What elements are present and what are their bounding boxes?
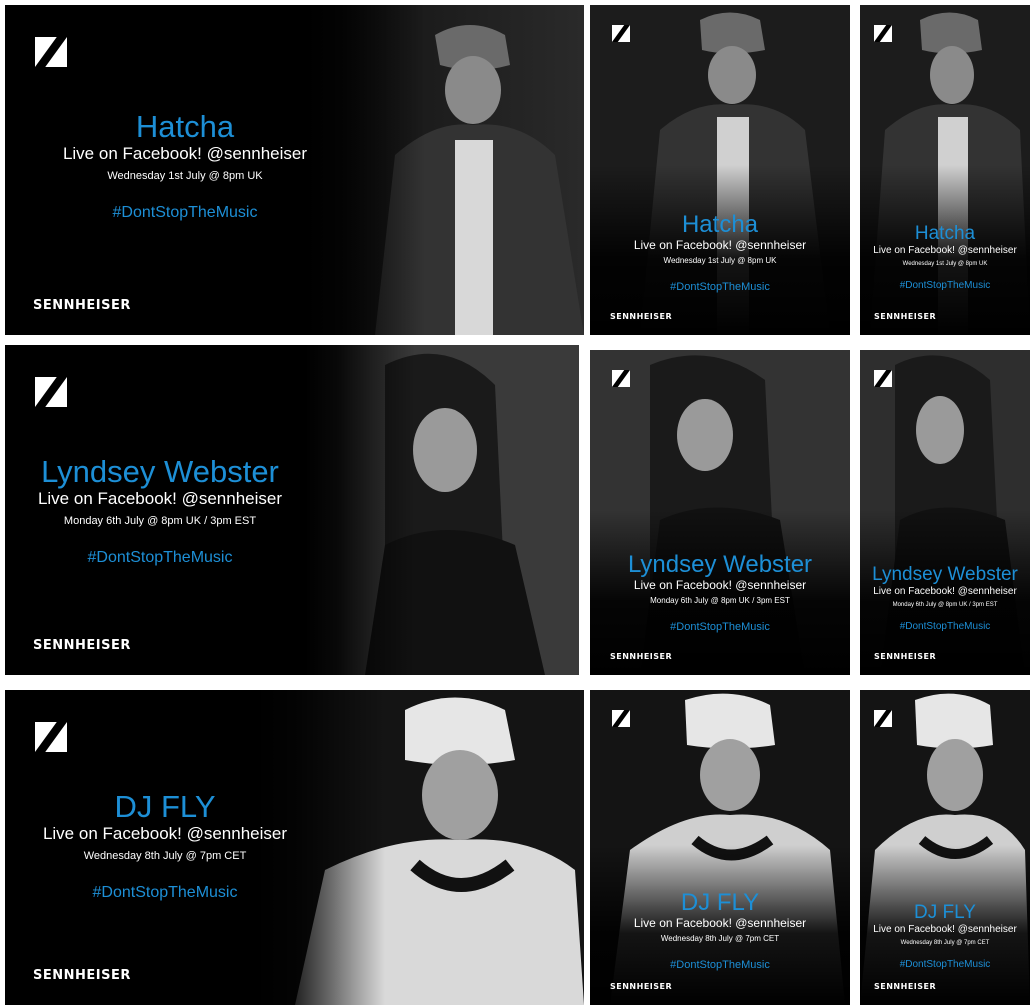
event-subtitle: Live on Facebook! @sennheiser [62,144,308,163]
hashtag: #DontStopTheMusic [670,281,770,293]
sennheiser-logo-icon [35,377,67,407]
brand-wordmark: SENNHEISER [33,968,131,983]
banner-lyndsey-webster-narrow: Lyndsey Webster Live on Facebook! @sennh… [860,350,1030,675]
hashtag: #DontStopTheMusic [899,280,991,291]
banner-dj-fly-wide: DJ FLY Live on Facebook! @sennheiser Wed… [5,690,584,1005]
artist-name: Hatcha [135,109,235,144]
hashtag: #DontStopTheMusic [87,549,233,566]
hashtag: #DontStopTheMusic [670,621,770,633]
event-date: Monday 6th July @ 8pm UK / 3pm EST [892,602,998,608]
brand-wordmark: SENNHEISER [874,652,937,661]
hashtag: #DontStopTheMusic [899,621,991,632]
brand-wordmark: SENNHEISER [33,298,131,313]
event-subtitle: Live on Facebook! @sennheiser [633,916,807,930]
event-subtitle: Live on Facebook! @sennheiser [873,245,1017,256]
artist-name: Lyndsey Webster [872,564,1018,585]
event-date: Wednesday 1st July @ 8pm UK [902,261,988,267]
banner-hatcha-wide: Hatcha Live on Facebook! @sennheiser Wed… [5,5,584,335]
event-date: Wednesday 8th July @ 7pm CET [83,850,247,862]
event-subtitle: Live on Facebook! @sennheiser [873,924,1017,935]
banner-lyndsey-webster-wide: Lyndsey Webster Live on Facebook! @sennh… [5,345,579,675]
event-date: Wednesday 1st July @ 8pm UK [107,170,263,182]
hashtag: #DontStopTheMusic [92,884,238,901]
sennheiser-logo-icon [35,37,67,67]
sennheiser-logo-icon [35,722,67,752]
brand-wordmark: SENNHEISER [874,312,937,321]
sennheiser-logo-icon [874,25,892,42]
social-banner-grid: Hatcha Live on Facebook! @sennheiser Wed… [0,0,1030,1005]
brand-wordmark: SENNHEISER [874,982,937,991]
artist-name: Lyndsey Webster [41,454,279,489]
brand-wordmark: SENNHEISER [610,312,673,321]
artist-name: DJ FLY [114,789,216,824]
event-date: Wednesday 8th July @ 7pm CET [660,934,780,943]
artist-name: DJ FLY [680,889,760,916]
event-subtitle: Live on Facebook! @sennheiser [633,238,807,252]
event-date: Wednesday 1st July @ 8pm UK [663,256,777,265]
brand-wordmark: SENNHEISER [610,982,673,991]
hashtag: #DontStopTheMusic [899,959,991,970]
sennheiser-logo-icon [612,710,630,727]
hashtag: #DontStopTheMusic [112,204,258,221]
event-subtitle: Live on Facebook! @sennheiser [42,824,288,843]
event-date: Monday 6th July @ 8pm UK / 3pm EST [650,596,790,605]
event-subtitle: Live on Facebook! @sennheiser [633,578,807,592]
sennheiser-logo-icon [612,25,630,42]
event-subtitle: Live on Facebook! @sennheiser [37,489,283,508]
hashtag: #DontStopTheMusic [670,959,770,971]
banner-lyndsey-webster-mid: Lyndsey Webster Live on Facebook! @sennh… [590,350,850,675]
banner-hatcha-narrow: Hatcha Live on Facebook! @sennheiser Wed… [860,5,1030,335]
banner-dj-fly-narrow: DJ FLY Live on Facebook! @sennheiser Wed… [860,690,1030,1005]
sennheiser-logo-icon [612,370,630,387]
event-date: Monday 6th July @ 8pm UK / 3pm EST [63,515,257,527]
artist-name: Hatcha [681,211,759,238]
event-date: Wednesday 8th July @ 7pm CET [900,940,990,946]
brand-wordmark: SENNHEISER [610,652,673,661]
banner-hatcha-mid: Hatcha Live on Facebook! @sennheiser Wed… [590,5,850,335]
sennheiser-logo-icon [874,710,892,727]
artist-name: Lyndsey Webster [627,551,813,578]
banner-dj-fly-mid: DJ FLY Live on Facebook! @sennheiser Wed… [590,690,850,1005]
artist-name: Hatcha [914,223,976,244]
event-subtitle: Live on Facebook! @sennheiser [873,586,1017,597]
brand-wordmark: SENNHEISER [33,638,131,653]
sennheiser-logo-icon [874,370,892,387]
artist-name: DJ FLY [914,902,976,923]
